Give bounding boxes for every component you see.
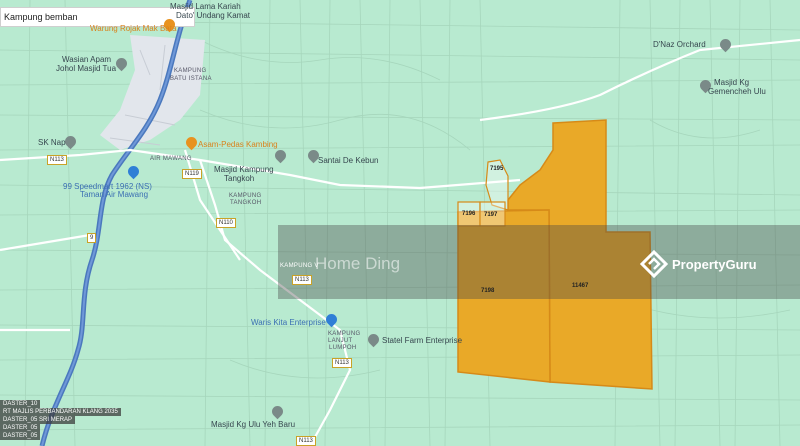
label-masjid-lama-2[interactable]: Dato' Undang Kamat bbox=[176, 11, 250, 20]
layer-tag: DASTER_10 bbox=[0, 400, 41, 408]
label-wasian-2[interactable]: Johol Masjid Tua bbox=[56, 64, 116, 73]
label-kampung-v: KAMPUNG V bbox=[280, 263, 319, 269]
label-warung-rojak[interactable]: Warung Rojak Mak Bata bbox=[90, 24, 176, 33]
label-masjid-kg-ulu[interactable]: Masjid Kg Ulu Yeh Baru bbox=[211, 420, 295, 429]
label-masjid-kampung-2[interactable]: Tangkoh bbox=[224, 174, 254, 183]
road-sign-n113b: N113 bbox=[292, 275, 312, 285]
lot-label-7196[interactable]: 7196 bbox=[462, 211, 475, 217]
label-air-mawang: AIR MAWANG bbox=[150, 156, 192, 162]
layer-tag: DASTER_05 bbox=[0, 432, 41, 440]
road-sign-n113a: N113 bbox=[47, 155, 67, 165]
propertyguru-logo-text: PropertyGuru bbox=[672, 256, 757, 272]
label-kampung-batu-2: BATU ISTANA bbox=[170, 76, 212, 82]
label-sk-nap[interactable]: SK Nap bbox=[38, 138, 66, 147]
lot-label-11467[interactable]: 11467 bbox=[572, 283, 588, 289]
label-kampung-lanjut-3: LUMPOH bbox=[329, 345, 357, 351]
propertyguru-logo: PropertyGuru bbox=[640, 250, 757, 278]
layer-tag-text: DASTER_05 bbox=[3, 417, 38, 423]
label-kampung-batu-1: KAMPUNG bbox=[174, 68, 207, 74]
road-sign-n113c: N113 bbox=[332, 358, 352, 368]
watermark-text: Home Ding bbox=[315, 254, 401, 273]
label-masjid-lama-1[interactable]: Masjid Lama Kariah bbox=[170, 2, 241, 11]
road-sign-n113d: N113 bbox=[296, 436, 316, 446]
label-kampung-lanjut-1: KAMPUNG bbox=[328, 331, 361, 337]
road-sign-9: 9 bbox=[87, 233, 97, 243]
label-waris-kita[interactable]: Waris Kita Enterprise bbox=[251, 318, 326, 327]
label-masjid-kg-1[interactable]: Masjid Kg bbox=[714, 78, 749, 87]
lot-label-7197[interactable]: 7197 bbox=[484, 212, 497, 218]
label-wasian-1[interactable]: Wasian Apam bbox=[62, 55, 111, 64]
road-sign-n119: N119 bbox=[182, 169, 202, 179]
label-asam-pedas[interactable]: Asam-Pedas Kambing bbox=[198, 140, 278, 149]
propertyguru-logo-icon bbox=[640, 250, 668, 278]
layer-tag-list: DASTER_10 RT MAJLIS PERBANDARAN KLANG 20… bbox=[0, 400, 121, 440]
layer-tag: DASTER_05 SRI MERAP bbox=[0, 416, 76, 424]
label-kampung-lanjut-2: LANJUT bbox=[328, 338, 353, 344]
label-kampung-tangkoh-1: KAMPUNG bbox=[229, 193, 262, 199]
lot-label-7198[interactable]: 7198 bbox=[481, 288, 494, 294]
urban-area bbox=[100, 35, 205, 150]
lot-label-7195[interactable]: 7195 bbox=[490, 166, 503, 172]
layer-tag: RT MAJLIS PERBANDARAN KLANG 2035 bbox=[0, 408, 121, 416]
label-dnaz[interactable]: D'Naz Orchard bbox=[653, 40, 706, 49]
layer-tag-extra: SRI MERAP bbox=[39, 417, 73, 423]
layer-tag: DASTER_05 bbox=[0, 424, 41, 432]
label-masjid-kg-2[interactable]: Gemencheh Ulu bbox=[708, 87, 766, 96]
label-masjid-kampung-1[interactable]: Masjid Kampung bbox=[214, 165, 274, 174]
road-sign-n110: N110 bbox=[216, 218, 236, 228]
label-kampung-tangkoh-2: TANGKOH bbox=[230, 200, 262, 206]
label-speedmart-2[interactable]: Taman Air Mawang bbox=[80, 190, 148, 199]
label-statel-farm[interactable]: Statel Farm Enterprise bbox=[382, 336, 462, 345]
label-santai[interactable]: Santai De Kebun bbox=[318, 156, 379, 165]
